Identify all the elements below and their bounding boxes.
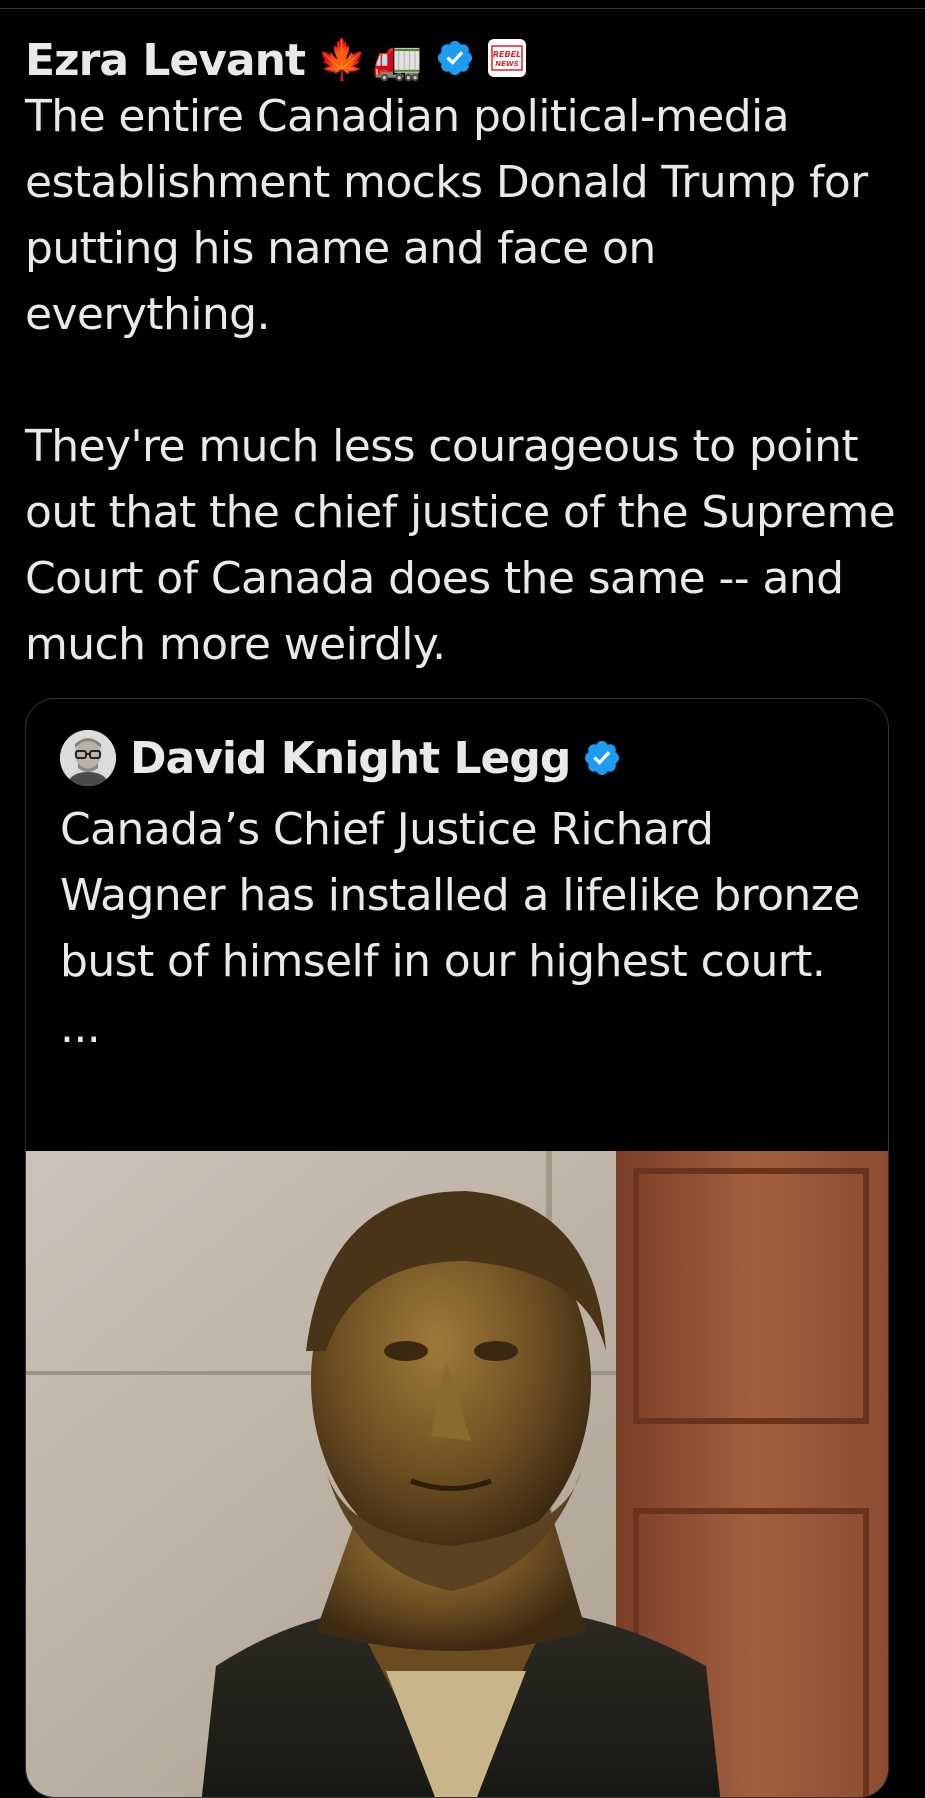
tweet-header: Ezra Levant 🍁 🚛 REBEL NEWS [25,30,900,90]
quoted-tweet-body: Canada’s Chief Justice Richard Wagner ha… [60,804,860,987]
author-name[interactable]: Ezra Levant [25,35,306,86]
tweet-body: The entire Canadian political-media esta… [25,84,900,678]
tweet-paragraph-1: The entire Canadian political-media esta… [25,91,868,340]
tweet[interactable]: Ezra Levant 🍁 🚛 REBEL NEWS The entire Ca… [25,30,900,678]
quoted-tweet-card[interactable]: David Knight Legg Canada’s Chief Justice… [25,698,889,1798]
avatar[interactable] [60,730,116,786]
rebel-badge-line-2: NEWS [495,60,518,68]
quoted-author-name[interactable]: David Knight Legg [130,733,571,784]
truck-emoji: 🚛 [372,37,423,83]
rebel-news-affiliate-badge[interactable]: REBEL NEWS [487,38,527,82]
quoted-tweet-truncation[interactable]: ... [60,995,860,1061]
bronze-bust-photo[interactable] [26,1151,889,1798]
maple-leaf-emoji: 🍁 [316,37,367,83]
tweet-paragraph-2: They're much less courageous to point ou… [25,421,896,670]
top-divider [0,0,925,9]
verified-badge-icon[interactable] [582,738,622,778]
quoted-tweet-text: Canada’s Chief Justice Richard Wagner ha… [60,797,860,1061]
quoted-tweet-header: David Knight Legg [60,729,622,787]
rebel-badge-line-1: REBEL [492,50,520,59]
verified-badge-icon[interactable] [435,38,475,82]
